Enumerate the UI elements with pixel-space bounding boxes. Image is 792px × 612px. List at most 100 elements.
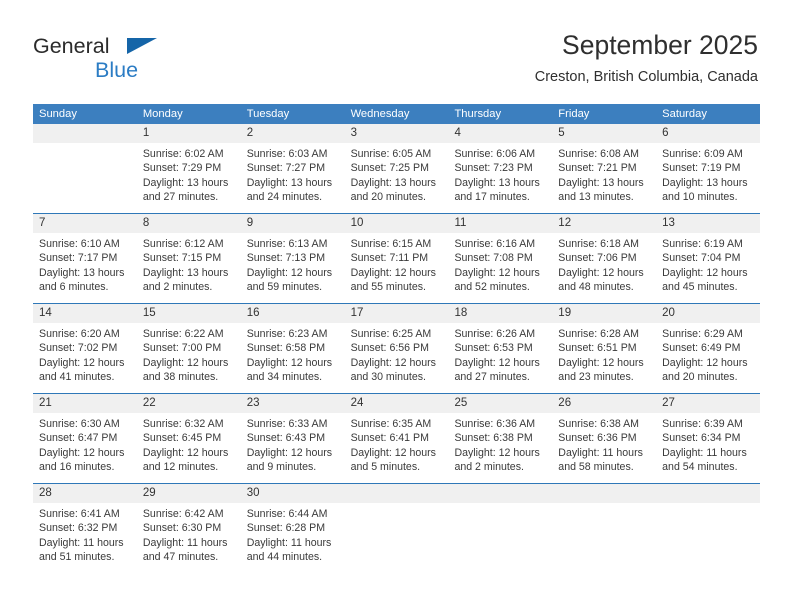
- day-number-16[interactable]: 16: [241, 304, 345, 323]
- weekday-header-thursday: Thursday: [454, 108, 502, 120]
- day-cell-14[interactable]: Sunrise: 6:20 AM Sunset: 7:02 PM Daylight:…: [33, 323, 137, 393]
- daylight-text: Daylight: 13 hours and 17 minutes.: [454, 176, 540, 204]
- day-cell-19[interactable]: Sunrise: 6:28 AM Sunset: 6:51 PM Daylight:…: [552, 323, 656, 393]
- day-cell-9[interactable]: Sunrise: 6:13 AM Sunset: 7:13 PM Daylight:…: [241, 233, 345, 303]
- day-number-4[interactable]: 4: [448, 124, 552, 143]
- day-number-23[interactable]: 23: [241, 394, 345, 413]
- day-cell-empty: [656, 503, 760, 573]
- sunrise-text: Sunrise: 6:10 AM: [39, 238, 120, 250]
- day-number-28[interactable]: 28: [33, 484, 137, 503]
- sunrise-text: Sunrise: 6:20 AM: [39, 328, 120, 340]
- sunrise-text: Sunrise: 6:38 AM: [558, 418, 639, 430]
- weekday-header-saturday: Saturday: [662, 108, 707, 120]
- day-number-25[interactable]: 25: [448, 394, 552, 413]
- day-cell-2[interactable]: Sunrise: 6:03 AM Sunset: 7:27 PM Daylight:…: [241, 143, 345, 213]
- day-number-20[interactable]: 20: [656, 304, 760, 323]
- day-number-27[interactable]: 27: [656, 394, 760, 413]
- day-cell-24[interactable]: Sunrise: 6:35 AM Sunset: 6:41 PM Daylight:…: [345, 413, 449, 483]
- day-cell-30[interactable]: Sunrise: 6:44 AM Sunset: 6:28 PM Daylight:…: [241, 503, 345, 573]
- day-number-7[interactable]: 7: [33, 214, 137, 233]
- daylight-text: Daylight: 12 hours and 20 minutes.: [662, 356, 748, 384]
- day-number-9[interactable]: 9: [241, 214, 345, 233]
- day-number-1[interactable]: 1: [137, 124, 241, 143]
- day-cell-10[interactable]: Sunrise: 6:15 AM Sunset: 7:11 PM Daylight:…: [345, 233, 449, 303]
- day-cell-3[interactable]: Sunrise: 6:05 AM Sunset: 7:25 PM Daylight:…: [345, 143, 449, 213]
- day-number-21[interactable]: 21: [33, 394, 137, 413]
- sunrise-text: Sunrise: 6:02 AM: [142, 148, 224, 160]
- day-cell-15[interactable]: Sunrise: 6:22 AM Sunset: 7:00 PM Daylight:…: [137, 323, 241, 393]
- sunset-text: Sunset: 6:58 PM: [246, 342, 326, 355]
- day-number-8[interactable]: 8: [137, 214, 241, 233]
- day-cell-11[interactable]: Sunrise: 6:16 AM Sunset: 7:08 PM Daylight:…: [448, 233, 552, 303]
- day-number-5[interactable]: 5: [552, 124, 656, 143]
- sunset-text: Sunset: 6:41 PM: [350, 432, 429, 445]
- day-cell-29[interactable]: Sunrise: 6:42 AM Sunset: 6:30 PM Daylight:…: [137, 503, 241, 573]
- weekday-header-row: Sunday Monday Tuesday Wednesday Thursday Frid…: [33, 104, 760, 124]
- day-cell-28[interactable]: Sunrise: 6:41 AM Sunset: 6:32 PM Daylight:…: [33, 503, 137, 573]
- sunset-text: Sunset: 7:17 PM: [39, 252, 118, 265]
- sunrise-text: Sunrise: 6:28 AM: [558, 328, 639, 340]
- sunrise-text: Sunrise: 6:05 AM: [350, 148, 432, 160]
- sunset-text: Sunset: 6:43 PM: [246, 432, 326, 445]
- day-cell-18[interactable]: Sunrise: 6:26 AM Sunset: 6:53 PM Daylight:…: [448, 323, 552, 393]
- day-cell-21[interactable]: Sunrise: 6:30 AM Sunset: 6:47 PM Daylight:…: [33, 413, 137, 483]
- sunrise-text: Sunrise: 6:18 AM: [558, 238, 639, 250]
- day-number-17[interactable]: 17: [345, 304, 449, 323]
- day-number-10[interactable]: 10: [345, 214, 449, 233]
- day-number-26[interactable]: 26: [552, 394, 656, 413]
- day-details-band: Sunrise: 6:41 AM Sunset: 6:32 PM Daylight:…: [33, 503, 760, 573]
- day-cell-20[interactable]: Sunrise: 6:29 AM Sunset: 6:49 PM Daylight:…: [656, 323, 760, 393]
- sunrise-text: Sunrise: 6:12 AM: [142, 238, 224, 250]
- day-cell-23[interactable]: Sunrise: 6:33 AM Sunset: 6:43 PM Daylight:…: [241, 413, 345, 483]
- day-number-3[interactable]: 3: [345, 124, 449, 143]
- logo-text-blue: Blue: [95, 57, 139, 82]
- sunrise-text: Sunrise: 6:25 AM: [350, 328, 432, 340]
- sunrise-text: Sunrise: 6:06 AM: [454, 148, 536, 160]
- day-cell-25[interactable]: Sunrise: 6:36 AM Sunset: 6:38 PM Daylight:…: [448, 413, 552, 483]
- daylight-text: Daylight: 13 hours and 10 minutes.: [662, 176, 748, 204]
- day-cell-12[interactable]: Sunrise: 6:18 AM Sunset: 7:06 PM Daylight:…: [552, 233, 656, 303]
- day-number-2[interactable]: 2: [241, 124, 345, 143]
- day-number-13[interactable]: 13: [656, 214, 760, 233]
- day-number-18[interactable]: 18: [448, 304, 552, 323]
- weekday-header-monday: Monday: [142, 108, 183, 120]
- day-cell-16[interactable]: Sunrise: 6:23 AM Sunset: 6:58 PM Daylight:…: [241, 323, 345, 393]
- day-cell-4[interactable]: Sunrise: 6:06 AM Sunset: 7:23 PM Daylight:…: [448, 143, 552, 213]
- sunrise-text: Sunrise: 6:03 AM: [246, 148, 328, 160]
- day-cell-empty: [448, 503, 552, 573]
- general-blue-logo[interactable]: General Blue: [33, 34, 183, 86]
- day-number-19[interactable]: 19: [552, 304, 656, 323]
- logo-text-general: General: [33, 34, 110, 58]
- day-cell-8[interactable]: Sunrise: 6:12 AM Sunset: 7:15 PM Daylight:…: [137, 233, 241, 303]
- sunset-text: Sunset: 7:23 PM: [454, 162, 533, 175]
- day-cell-13[interactable]: Sunrise: 6:19 AM Sunset: 7:04 PM Daylight:…: [656, 233, 760, 303]
- sunrise-text: Sunrise: 6:35 AM: [350, 418, 432, 430]
- day-cell-1[interactable]: Sunrise: 6:02 AM Sunset: 7:29 PM Daylight:…: [137, 143, 241, 213]
- daylight-text: Daylight: 12 hours and 5 minutes.: [350, 446, 436, 474]
- sunset-text: Sunset: 7:13 PM: [246, 252, 326, 265]
- day-cell-5[interactable]: Sunrise: 6:08 AM Sunset: 7:21 PM Daylight:…: [552, 143, 656, 213]
- day-cell-6[interactable]: Sunrise: 6:09 AM Sunset: 7:19 PM Daylight:…: [656, 143, 760, 213]
- day-number-14[interactable]: 14: [33, 304, 137, 323]
- day-number-24[interactable]: 24: [345, 394, 449, 413]
- sunrise-text: Sunrise: 6:08 AM: [558, 148, 639, 160]
- day-number-22[interactable]: 22: [137, 394, 241, 413]
- sunrise-text: Sunrise: 6:13 AM: [246, 238, 328, 250]
- day-number-15[interactable]: 15: [137, 304, 241, 323]
- day-number-11[interactable]: 11: [448, 214, 552, 233]
- day-cell-7[interactable]: Sunrise: 6:10 AM Sunset: 7:17 PM Daylight:…: [33, 233, 137, 303]
- day-cell-27[interactable]: Sunrise: 6:39 AM Sunset: 6:34 PM Daylight:…: [656, 413, 760, 483]
- day-number-29[interactable]: 29: [137, 484, 241, 503]
- sunset-text: Sunset: 6:32 PM: [39, 522, 118, 535]
- day-number-30[interactable]: 30: [241, 484, 345, 503]
- daylight-text: Daylight: 12 hours and 41 minutes.: [39, 356, 125, 384]
- weekday-header-friday: Friday: [558, 108, 590, 120]
- day-cell-17[interactable]: Sunrise: 6:25 AM Sunset: 6:56 PM Daylight:…: [345, 323, 449, 393]
- weekday-header-sunday: Sunday: [39, 108, 77, 120]
- day-cell-26[interactable]: Sunrise: 6:38 AM Sunset: 6:36 PM Daylight:…: [552, 413, 656, 483]
- daylight-text: Daylight: 12 hours and 16 minutes.: [39, 446, 125, 474]
- day-number-12[interactable]: 12: [552, 214, 656, 233]
- day-cell-22[interactable]: Sunrise: 6:32 AM Sunset: 6:45 PM Daylight:…: [137, 413, 241, 483]
- date-number-band: 28 29 30: [33, 484, 760, 503]
- day-number-6[interactable]: 6: [656, 124, 760, 143]
